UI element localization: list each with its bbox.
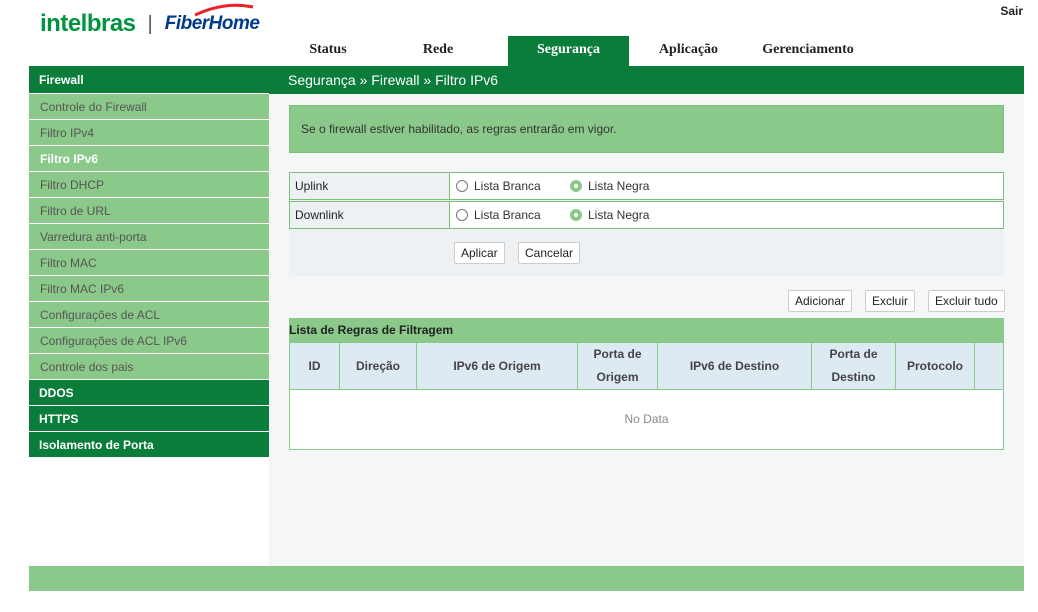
tab-seguranca[interactable]: Segurança xyxy=(508,36,629,66)
filter-mode-form: Uplink Lista Branca Lista Negra Downlink… xyxy=(289,172,1004,276)
table-empty-text: No Data xyxy=(624,412,669,426)
downlink-black-label: Lista Negra xyxy=(588,208,650,222)
sidebar-item-varredura[interactable]: Varredura anti-porta xyxy=(29,224,269,250)
column-porta-origem: Porta de Origem xyxy=(578,343,658,389)
tab-gerenciamento[interactable]: Gerenciamento xyxy=(748,36,868,66)
add-rule-button[interactable]: Adicionar xyxy=(788,290,853,312)
logo-fiberhome: FiberHome xyxy=(165,3,260,35)
uplink-label: Uplink xyxy=(290,173,450,199)
sidebar: Firewall Controle do Firewall Filtro IPv… xyxy=(29,66,269,458)
sidebar-item-acl-ipv6[interactable]: Configurações de ACL IPv6 xyxy=(29,328,269,354)
uplink-white-label: Lista Branca xyxy=(474,179,541,193)
downlink-white-label: Lista Branca xyxy=(474,208,541,222)
uplink-white-radio[interactable] xyxy=(456,180,468,192)
uplink-row: Uplink Lista Branca Lista Negra xyxy=(289,172,1004,200)
sidebar-item-filtro-ipv4[interactable]: Filtro IPv4 xyxy=(29,120,269,146)
sidebar-section-ddos[interactable]: DDOS xyxy=(29,380,269,406)
downlink-label: Downlink xyxy=(290,202,450,228)
main-content: Se o firewall estiver habilitado, as reg… xyxy=(269,94,1024,566)
rules-table: ID Direção IPv6 de Origem Porta de Orige… xyxy=(289,342,1004,450)
column-id: ID xyxy=(290,343,340,389)
logo-intelbras: intelbras xyxy=(40,10,136,37)
tab-aplicacao[interactable]: Aplicação xyxy=(629,36,748,66)
sidebar-item-filtro-ipv6[interactable]: Filtro IPv6 xyxy=(29,146,269,172)
sidebar-section-firewall[interactable]: Firewall xyxy=(29,66,269,94)
downlink-row: Downlink Lista Branca Lista Negra xyxy=(289,201,1004,229)
downlink-white-radio[interactable] xyxy=(456,209,468,221)
downlink-option-white[interactable]: Lista Branca xyxy=(456,208,541,222)
column-actions xyxy=(975,343,1003,389)
tab-rede[interactable]: Rede xyxy=(368,36,508,66)
breadcrumb: Segurança » Firewall » Filtro IPv6 xyxy=(288,72,499,88)
sidebar-item-filtro-mac[interactable]: Filtro MAC xyxy=(29,250,269,276)
column-protocolo: Protocolo xyxy=(896,343,975,389)
column-ipv6-destino: IPv6 de Destino xyxy=(658,343,812,389)
rules-table-header: ID Direção IPv6 de Origem Porta de Orige… xyxy=(290,343,1003,390)
delete-all-button[interactable]: Excluir tudo xyxy=(928,290,1005,312)
sidebar-item-filtro-dhcp[interactable]: Filtro DHCP xyxy=(29,172,269,198)
downlink-black-radio[interactable] xyxy=(570,209,582,221)
firewall-notice: Se o firewall estiver habilitado, as reg… xyxy=(289,105,1004,153)
sidebar-item-filtro-mac-ipv6[interactable]: Filtro MAC IPv6 xyxy=(29,276,269,302)
sidebar-item-controle-pais[interactable]: Controle dos pais xyxy=(29,354,269,380)
sidebar-item-filtro-url[interactable]: Filtro de URL xyxy=(29,198,269,224)
column-porta-destino: Porta de Destino xyxy=(812,343,896,389)
fiberhome-swoosh-icon xyxy=(194,3,254,17)
uplink-option-white[interactable]: Lista Branca xyxy=(456,179,541,193)
footer-bar xyxy=(29,566,1024,591)
tab-status[interactable]: Status xyxy=(288,36,368,66)
apply-button[interactable]: Aplicar xyxy=(454,242,505,264)
sidebar-item-acl[interactable]: Configurações de ACL xyxy=(29,302,269,328)
cancel-button[interactable]: Cancelar xyxy=(518,242,581,264)
sidebar-section-isolamento[interactable]: Isolamento de Porta xyxy=(29,432,269,458)
column-ipv6-origem: IPv6 de Origem xyxy=(417,343,578,389)
main-nav: Status Rede Segurança Aplicação Gerencia… xyxy=(288,36,868,66)
rules-table-title: Lista de Regras de Filtragem xyxy=(289,318,1004,342)
downlink-option-black[interactable]: Lista Negra xyxy=(570,208,649,222)
sidebar-item-controle-firewall[interactable]: Controle do Firewall xyxy=(29,94,269,120)
sidebar-section-https[interactable]: HTTPS xyxy=(29,406,269,432)
delete-rule-button[interactable]: Excluir xyxy=(865,290,916,312)
logo-separator: | xyxy=(147,12,153,35)
logo: intelbras | FiberHome xyxy=(40,3,260,40)
uplink-option-black[interactable]: Lista Negra xyxy=(570,179,649,193)
uplink-black-radio[interactable] xyxy=(570,180,582,192)
column-direcao: Direção xyxy=(340,343,417,389)
logout-link[interactable]: Sair xyxy=(1000,4,1023,18)
header: intelbras | FiberHome Sair Status Rede S… xyxy=(0,0,1038,66)
uplink-black-label: Lista Negra xyxy=(588,179,650,193)
